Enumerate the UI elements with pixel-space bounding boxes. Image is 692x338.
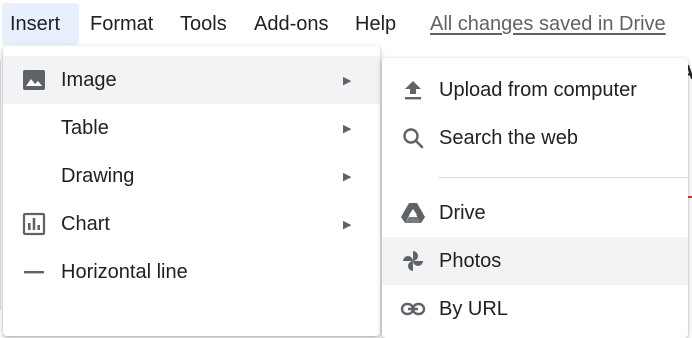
insert-menu-item-table[interactable]: Table ▶ xyxy=(3,104,380,152)
submenu-arrow-icon: ▶ xyxy=(343,74,352,87)
insert-menu-item-image[interactable]: Image ▶ xyxy=(3,56,380,104)
image-submenu-item-photos[interactable]: Photos xyxy=(382,237,688,285)
image-submenu: Upload from computer Search the web Driv… xyxy=(382,58,688,338)
image-submenu-label: By URL xyxy=(439,297,508,320)
image-submenu-label: Photos xyxy=(439,249,502,272)
insert-menu-item-horizontal-line[interactable]: Horizontal line xyxy=(3,248,380,296)
menu-help[interactable]: Help xyxy=(347,3,404,45)
insert-menu-label: Drawing xyxy=(61,164,135,187)
image-submenu-label: Drive xyxy=(439,201,486,224)
submenu-arrow-icon: ▶ xyxy=(343,122,352,135)
save-status-link[interactable]: All changes saved in Drive xyxy=(430,3,666,45)
menu-tools[interactable]: Tools xyxy=(172,3,235,45)
menu-bar: Insert Format Tools Add-ons Help All cha… xyxy=(0,0,692,48)
drive-icon xyxy=(400,200,426,226)
image-submenu-label: Search the web xyxy=(439,126,578,149)
insert-menu-label: Horizontal line xyxy=(61,260,188,283)
image-submenu-item-by-url[interactable]: By URL xyxy=(382,285,688,333)
submenu-arrow-icon: ▶ xyxy=(343,170,352,183)
horizontal-line-icon xyxy=(21,259,47,285)
menu-add-ons[interactable]: Add-ons xyxy=(246,3,337,45)
insert-menu-label: Chart xyxy=(61,212,110,235)
menu-format[interactable]: Format xyxy=(82,3,161,45)
search-icon xyxy=(400,125,426,151)
photos-icon xyxy=(400,248,426,274)
image-submenu-label: Upload from computer xyxy=(439,78,637,101)
chart-icon xyxy=(21,211,47,237)
insert-menu-label: Table xyxy=(61,116,109,139)
insert-menu-label: Image xyxy=(61,68,117,91)
page-edge xyxy=(0,60,1,310)
insert-menu-item-chart[interactable]: Chart ▶ xyxy=(3,200,380,248)
menu-separator xyxy=(438,177,688,178)
submenu-arrow-icon: ▶ xyxy=(343,218,352,231)
upload-icon xyxy=(400,77,426,103)
image-icon xyxy=(21,67,47,93)
link-icon xyxy=(400,296,426,322)
image-submenu-item-upload[interactable]: Upload from computer xyxy=(382,66,688,114)
image-submenu-item-drive[interactable]: Drive xyxy=(382,189,688,237)
image-submenu-item-search-web[interactable]: Search the web xyxy=(382,114,688,162)
menu-insert[interactable]: Insert xyxy=(2,3,79,45)
insert-menu-item-drawing[interactable]: Drawing ▶ xyxy=(3,152,380,200)
insert-menu: Image ▶ Table ▶ Drawing ▶ Chart ▶ Horizo… xyxy=(3,46,380,336)
